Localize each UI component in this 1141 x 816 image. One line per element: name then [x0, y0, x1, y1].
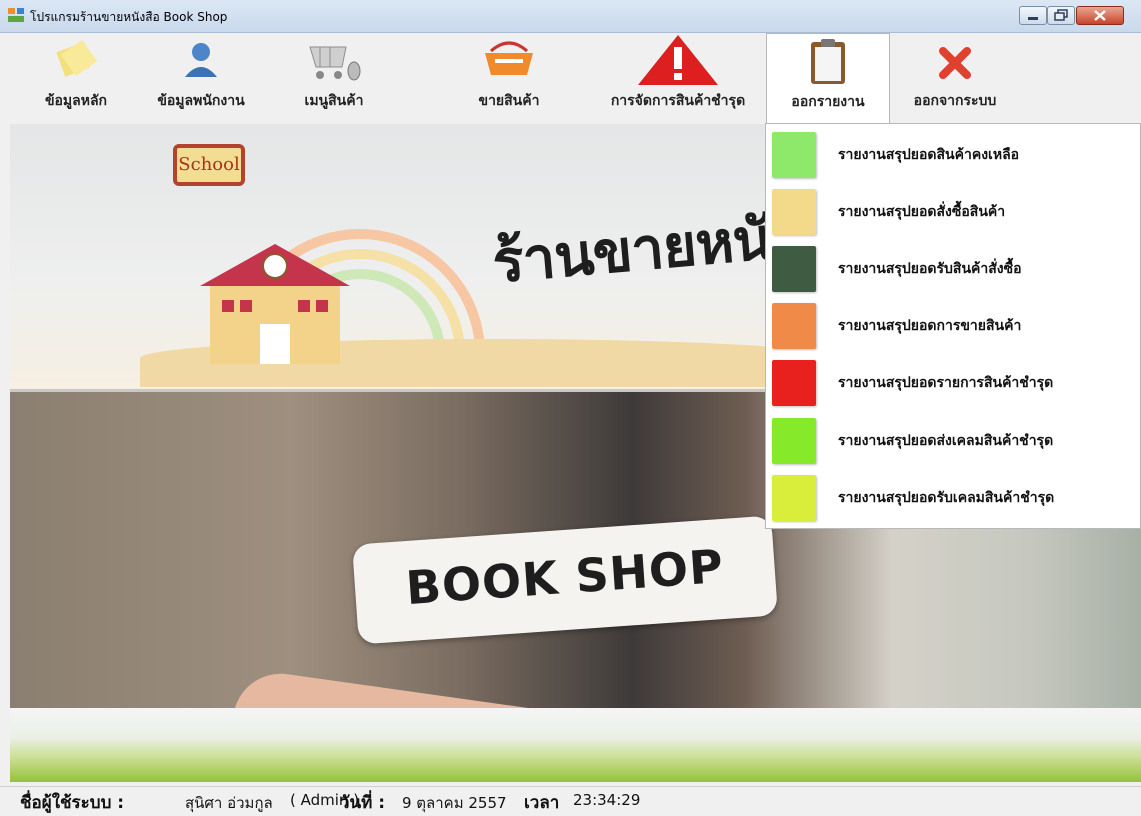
bookshop-label: BOOK SHOP [404, 538, 726, 616]
app-icon [8, 8, 24, 22]
menu-reports[interactable]: ออกรายงาน [766, 33, 890, 125]
minimize-icon [1028, 17, 1038, 20]
restore-button[interactable] [1047, 6, 1075, 25]
menu-sell-product[interactable]: ขายสินค้า [446, 33, 572, 121]
minimize-button[interactable] [1019, 6, 1047, 25]
close-x-icon [939, 47, 971, 79]
clipboard-icon [811, 39, 845, 84]
sticky-note-icon [772, 246, 816, 292]
close-icon [1094, 10, 1106, 21]
main-menu-bar: ข้อมูลหลัก ข้อมูลพนักงาน เมนูสินค้า ขายส… [0, 33, 1141, 125]
grass-band [10, 708, 1141, 782]
title-bar: โปรแกรมร้านขายหนังสือ Book Shop [0, 0, 1141, 33]
sticky-note-icon [772, 418, 816, 464]
report-item-claim-received[interactable]: รายงานสรุปยอดรับเคลมสินค้าชำรุด [766, 469, 1140, 527]
shopping-cart-icon [309, 46, 361, 81]
close-window-button[interactable] [1076, 6, 1124, 25]
warning-icon [638, 35, 718, 85]
sticky-note-icon [772, 132, 816, 178]
menu-employee-data[interactable]: ข้อมูลพนักงาน [140, 33, 262, 121]
user-icon [185, 43, 217, 77]
current-time: 23:34:29 [573, 791, 641, 809]
menu-master-data[interactable]: ข้อมูลหลัก [22, 33, 130, 121]
status-bar: ชื่อผู้ใช้ระบบ : สุนิศา อ่วมกูล ( Admin … [0, 786, 1141, 813]
report-item-purchase-orders[interactable]: รายงานสรุปยอดสั่งซื้อสินค้า [766, 183, 1140, 241]
report-item-received-orders[interactable]: รายงานสรุปยอดรับสินค้าสั่งซื้อ [766, 240, 1140, 298]
menu-logout[interactable]: ออกจากระบบ [898, 33, 1012, 121]
sticky-note-icon [772, 303, 816, 349]
report-item-damaged[interactable]: รายงานสรุปยอดรายการสินค้าชำรุด [766, 354, 1140, 412]
sticky-note-icon [772, 189, 816, 235]
basket-icon [485, 41, 533, 75]
notes-icon [56, 39, 98, 77]
report-dropdown-menu: รายงานสรุปยอดสินค้าคงเหลือ รายงานสรุปยอด… [765, 123, 1141, 529]
user-name: สุนิศา อ่วมกูล [185, 794, 273, 812]
sticky-note-icon [772, 360, 816, 406]
school-building-graphic [200, 244, 350, 364]
school-sign: School [173, 144, 245, 186]
window-title: โปรแกรมร้านขายหนังสือ Book Shop [30, 10, 228, 24]
menu-product[interactable]: เมนูสินค้า [282, 33, 386, 121]
report-item-stock-balance[interactable]: รายงานสรุปยอดสินค้าคงเหลือ [766, 126, 1140, 184]
report-item-sales[interactable]: รายงานสรุปยอดการขายสินค้า [766, 297, 1140, 355]
menu-damaged-products[interactable]: การจัดการสินค้าชำรุด [596, 33, 760, 121]
current-date: 9 ตุลาคม 2557 [402, 794, 507, 812]
sticky-note-icon [772, 475, 816, 521]
restore-icon [1054, 9, 1068, 21]
report-item-claim-sent[interactable]: รายงานสรุปยอดส่งเคลมสินค้าชำรุด [766, 412, 1140, 470]
